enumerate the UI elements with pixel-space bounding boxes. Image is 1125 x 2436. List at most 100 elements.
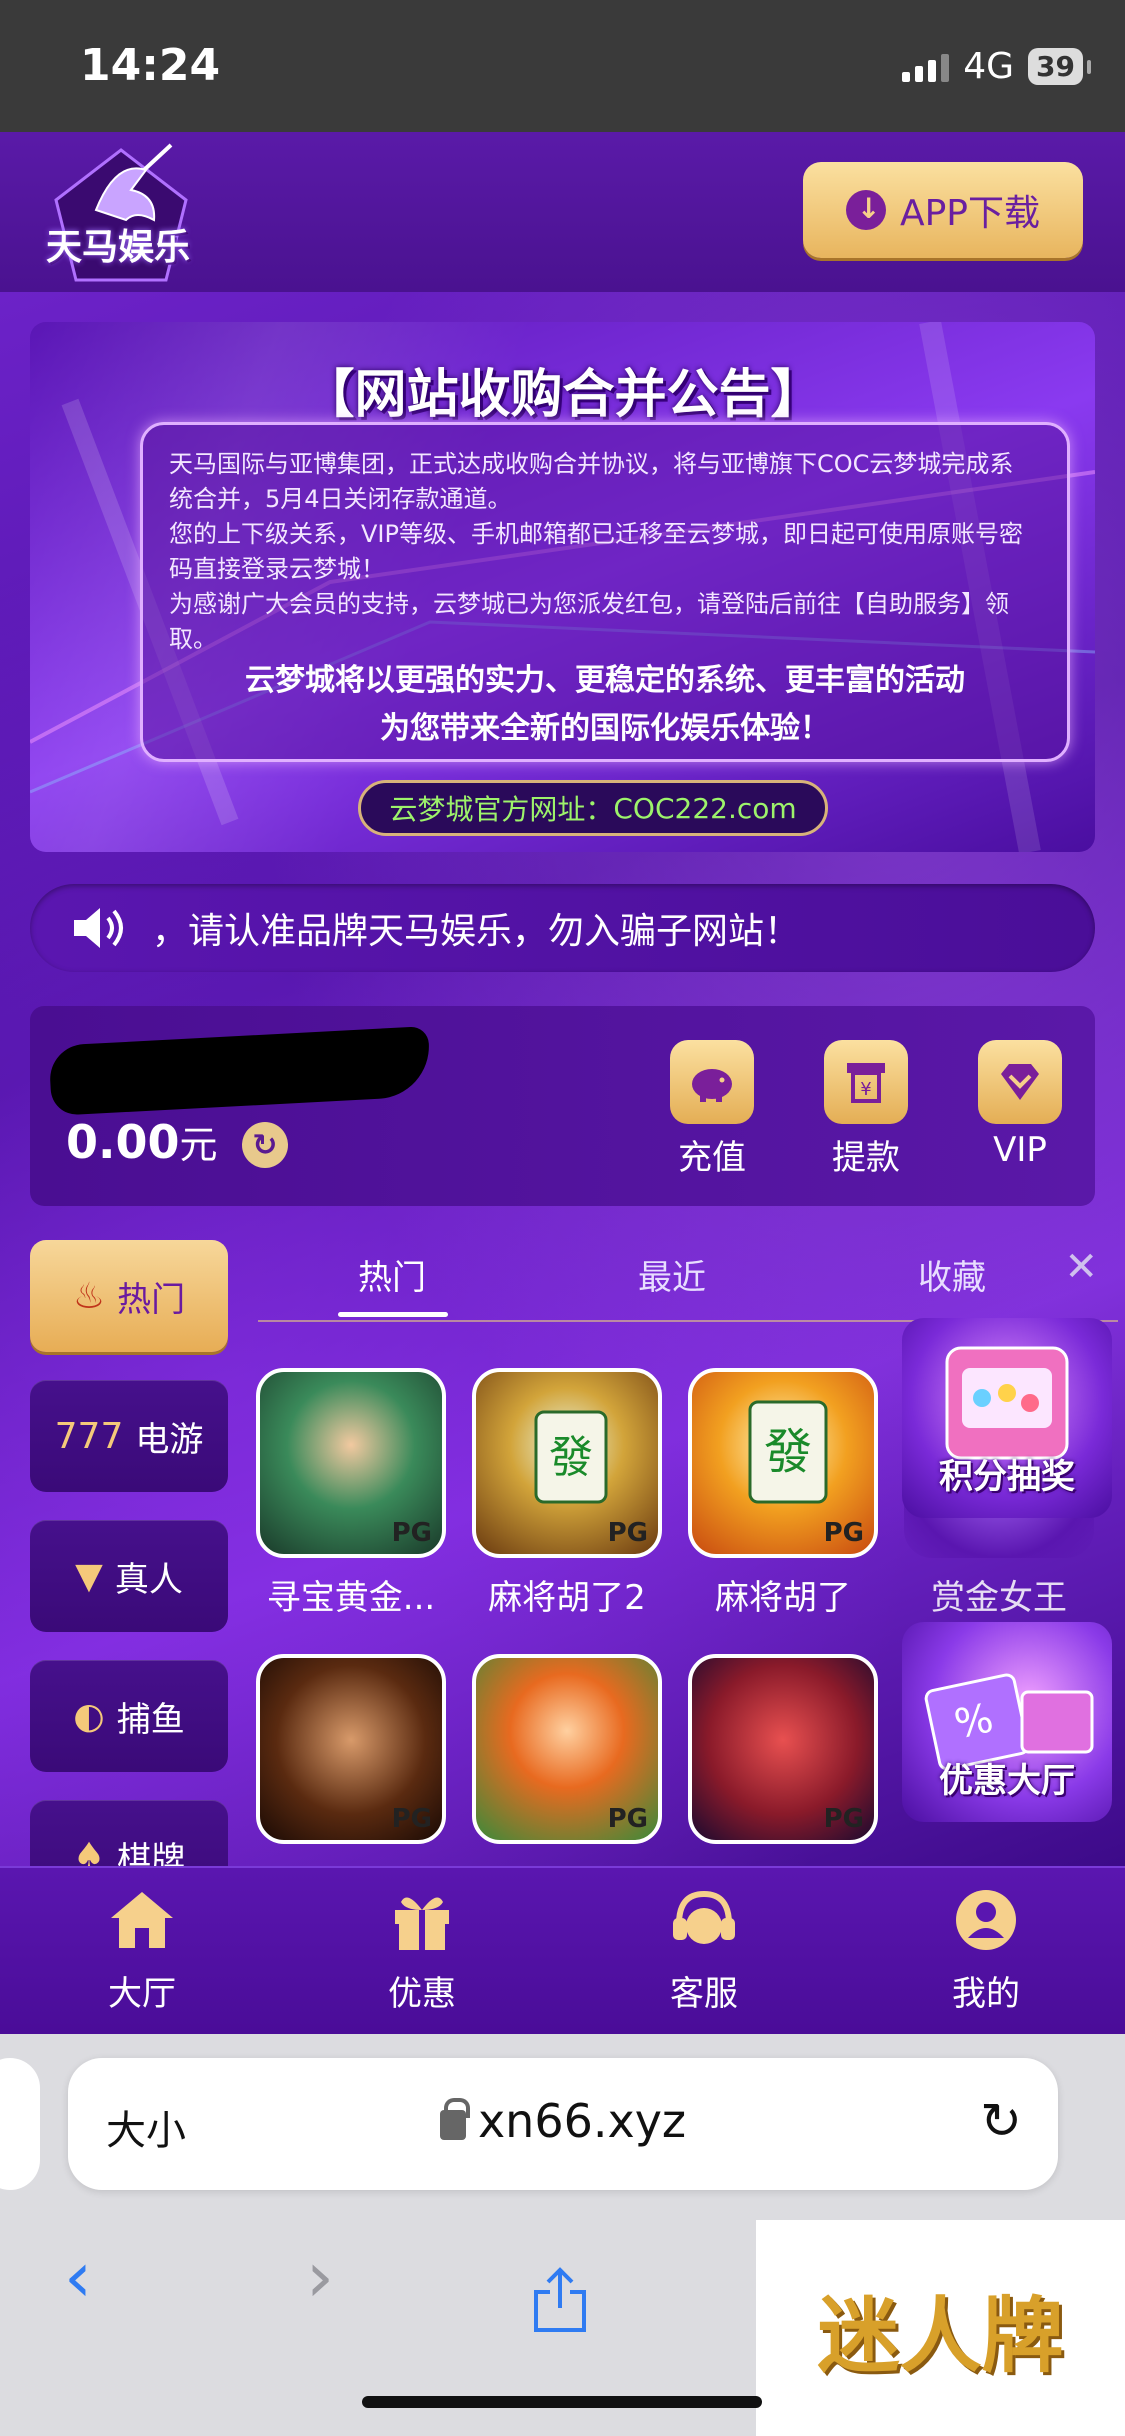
points-lottery-promo[interactable]: 积分抽奖 [902,1318,1112,1518]
url-display[interactable]: xn66.xyz [68,2094,1058,2148]
vip-label: VIP [993,1130,1047,1170]
category-live[interactable]: ▼ 真人 [30,1520,228,1632]
app-download-button[interactable]: APP下载 [803,162,1083,258]
balance-value: 0.00 [66,1115,180,1169]
notice-line: 天马国际与亚博集团，正式达成收购合并协议，将与亚博旗下COC云梦城完成系 [169,450,1014,478]
notice-marquee[interactable]: ，请认准品牌天马娱乐，勿入骗子网站！ [30,884,1095,972]
user-icon [956,1890,1016,1950]
category-slots[interactable]: 777 电游 [30,1380,228,1492]
game-card[interactable]: 發 PG 麻将胡了 [688,1368,878,1619]
brand-logo[interactable]: 天马娱乐 [36,140,206,290]
notice-emphasis: 为您带来全新的国际化娱乐体验！ [380,711,830,746]
address-bar[interactable]: 大小 xn66.xyz ↻ [68,2058,1058,2190]
previous-tab-edge[interactable] [0,2058,40,2190]
tab-hot[interactable]: 热门 [358,1250,426,1299]
game-thumbnail: PG [256,1654,446,1844]
close-icon[interactable]: ✕ [1064,1244,1098,1290]
cloud-download-icon [845,190,886,230]
category-label: 真人 [114,1559,183,1600]
share-icon[interactable] [530,2264,590,2334]
status-indicators: 4G 39 [902,46,1091,87]
notice-line: 取。 [169,625,217,653]
provider-badge: PG [391,1518,432,1548]
category-label: 电游 [135,1419,204,1460]
tab-recent[interactable]: 最近 [638,1250,706,1299]
withdraw-label: 提款 [832,1138,900,1178]
provider-badge: PG [823,1804,864,1834]
promo-label: 积分抽奖 [939,1457,1075,1497]
game-card[interactable]: 發 PG 麻将胡了2 [472,1368,662,1619]
site-header: 天马娱乐 APP下载 [0,132,1125,292]
tab-profile[interactable]: 我的 [916,1888,1056,2015]
deposit-button[interactable]: 充值 [662,1040,762,1179]
game-name: 麻将胡了2 [488,1578,646,1618]
game-name: 麻将胡了 [715,1578,851,1618]
game-thumbnail: PG [472,1654,662,1844]
reload-icon[interactable]: ↻ [980,2092,1022,2150]
withdraw-icon: ¥ [824,1040,908,1124]
game-tabs: 热门 最近 收藏 ✕ [258,1232,1118,1324]
game-card[interactable]: PG [688,1654,878,1844]
notice-line: 为感谢广大会员的支持，云梦城已为您派发红包，请登陆后前往【自助服务】领 [169,590,1009,618]
notice-line: 码直接登录云梦城！ [169,555,385,583]
active-tab-indicator [338,1312,448,1317]
game-card[interactable]: PG 寻宝黄金... [256,1368,446,1619]
notice-box: 天马国际与亚博集团，正式达成收购合并协议，将与亚博旗下COC云梦城完成系 统合并… [140,422,1070,762]
game-card[interactable]: PG [256,1654,446,1844]
tuxedo-icon: ▼ [75,1555,103,1597]
vip-diamond-icon [978,1040,1062,1124]
category-hot[interactable]: ♨ 热门 [30,1240,228,1352]
slot-777-icon: 777 [54,1415,124,1457]
promotions-hall-promo[interactable]: % 优惠大厅 [902,1622,1112,1822]
signal-icon [902,52,950,82]
watermark-logo: 迷人牌 [756,2220,1125,2436]
category-label: 热门 [117,1279,186,1320]
notice-line: 您的上下级关系，VIP等级、手机邮箱都已迁移至云梦城，即日起可使用原账号密 [169,520,1023,548]
tab-promotions[interactable]: 优惠 [352,1888,492,2015]
notice-line: 统合并，5月4日关闭存款通道。 [169,485,512,513]
battery-icon: 39 [1028,48,1091,85]
official-url-label: 云梦城官方网址： [389,793,614,826]
refresh-balance-icon[interactable]: ↻ [242,1122,288,1168]
game-name: 寻宝黄金... [266,1578,436,1618]
balance: 0.00元 [66,1114,218,1169]
logo-text: 天马娱乐 [46,227,191,268]
category-label: 捕鱼 [116,1699,185,1740]
provider-badge: PG [607,1804,648,1834]
back-button[interactable]: ‹ [64,2236,92,2318]
forward-button[interactable]: › [306,2236,334,2318]
lock-icon [439,2097,470,2140]
gift-icon [395,1897,449,1950]
marquee-text: ，请认准品牌天马娱乐，勿入骗子网站！ [152,911,801,952]
withdraw-button[interactable]: ¥ 提款 [816,1040,916,1179]
wallet-panel: 0.00元 ↻ 充值 ¥ 提款 VIP [30,1006,1095,1206]
tab-label: 我的 [952,1974,1020,2014]
tab-label: 大厅 [108,1974,176,2014]
promo-label: 优惠大厅 [939,1761,1075,1801]
tab-label: 优惠 [388,1974,456,2014]
tab-customer-service[interactable]: 客服 [634,1888,774,2015]
balance-unit: 元 [179,1123,218,1167]
category-fishing[interactable]: ◐ 捕鱼 [30,1660,228,1772]
app-download-label: APP下载 [899,193,1041,234]
announcement-banner[interactable]: 【网站收购合并公告】 天马国际与亚博集团，正式达成收购合并协议，将与亚博旗下CO… [30,322,1095,852]
url-text: xn66.xyz [477,2094,687,2148]
svg-text:發: 發 [764,1424,812,1480]
game-thumbnail: 發 PG [688,1368,878,1558]
headset-icon [673,1890,735,1944]
vip-button[interactable]: VIP [970,1040,1070,1170]
official-url-link[interactable]: COC222.com [613,792,796,825]
svg-text:發: 發 [549,1432,593,1483]
status-time: 14:24 [80,40,221,91]
bottom-tab-bar: 大厅 优惠 客服 我的 [0,1866,1125,2034]
official-url-pill[interactable]: 云梦城官方网址： COC222.com [358,780,828,836]
status-bar: 14:24 4G 39 [0,0,1125,132]
redacted-username [48,1026,432,1116]
game-card[interactable]: PG [472,1654,662,1844]
notice-emphasis: 云梦城将以更强的实力、更稳定的系统、更丰富的活动 [245,663,965,698]
game-thumbnail: 發 PG [472,1368,662,1558]
tab-favorites[interactable]: 收藏 [918,1250,986,1299]
provider-badge: PG [823,1518,864,1548]
provider-badge: PG [607,1518,648,1548]
tab-lobby[interactable]: 大厅 [72,1888,212,2015]
